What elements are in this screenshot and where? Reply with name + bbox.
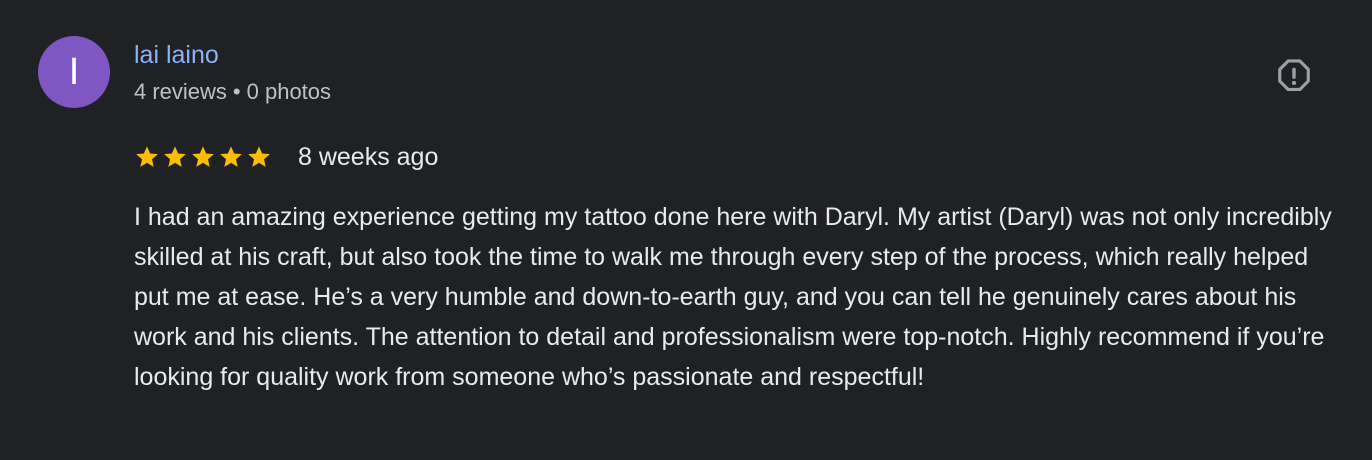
reviewer-meta: 4 reviews • 0 photos: [134, 78, 331, 106]
rating-row: 8 weeks ago: [134, 140, 438, 174]
avatar[interactable]: I: [38, 36, 110, 108]
meta-separator: •: [232, 79, 241, 104]
photos-count: 0 photos: [246, 79, 332, 104]
report-flag-octagon-icon: [1278, 59, 1310, 92]
report-review-button[interactable]: [1274, 56, 1314, 96]
star-icon: [248, 146, 270, 167]
reviews-count: 4 reviews: [134, 79, 227, 104]
review-text: I had an amazing experience getting my t…: [134, 203, 1332, 391]
star-icon: [164, 146, 186, 167]
reviewer-name-link[interactable]: lai laino: [134, 40, 219, 70]
review-card: I lai laino 4 reviews • 0 photos 8 weeks a…: [0, 0, 1372, 460]
star-rating: [134, 144, 272, 170]
star-icon: [136, 146, 158, 167]
avatar-letter: I: [68, 51, 80, 93]
review-date: 8 weeks ago: [298, 143, 439, 171]
star-icon: [192, 146, 214, 167]
star-icon: [220, 146, 242, 167]
